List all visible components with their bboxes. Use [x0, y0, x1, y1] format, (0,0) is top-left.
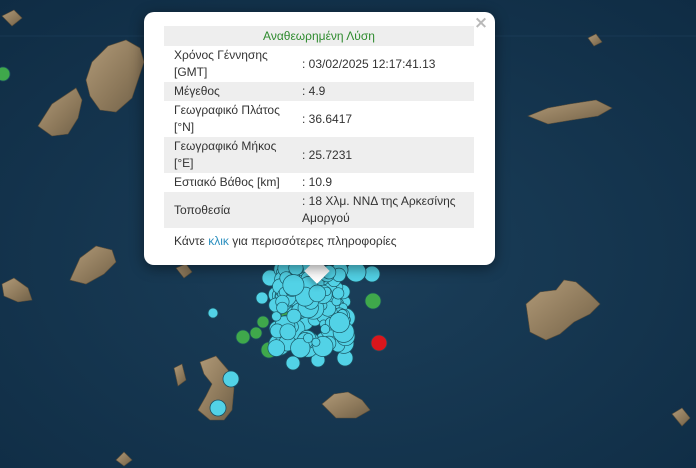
- info-label: Εστιακό Βάθος [km]: [174, 175, 280, 189]
- more-info-link[interactable]: κλικ: [208, 234, 229, 248]
- quake-marker-older: [364, 292, 382, 310]
- info-label: Γεωγραφικό Μήκος [°E]: [174, 139, 277, 170]
- earthquake-info-table: Χρόνος Γέννησης [GMT] : 03/02/2025 12:17…: [164, 46, 474, 228]
- quake-marker[interactable]: [282, 274, 305, 297]
- info-label: Γεωγραφικό Πλάτος [°N]: [174, 103, 280, 134]
- quake-marker[interactable]: [279, 323, 297, 341]
- more-info-text: Κάντε κλικ για περισσότερες πληροφορίες: [164, 234, 474, 248]
- quake-marker[interactable]: [267, 339, 286, 357]
- quake-marker-older: [0, 66, 11, 82]
- more-info-suffix: για περισσότερες πληροφορίες: [228, 234, 397, 248]
- quake-marker[interactable]: [328, 312, 350, 334]
- quake-marker[interactable]: [332, 287, 345, 300]
- quake-marker: [363, 265, 381, 283]
- quake-marker: [209, 399, 227, 417]
- close-button[interactable]: ×: [473, 15, 489, 32]
- table-row: Γεωγραφικό Πλάτος [°N] : 36.6417: [164, 101, 474, 137]
- popup-title: Αναθεωρημένη Λύση: [164, 26, 474, 46]
- info-value: : 4.9: [302, 84, 326, 98]
- info-value: : 25.7231: [302, 147, 353, 162]
- info-label: Χρόνος Γέννησης [GMT]: [174, 48, 268, 79]
- quake-marker[interactable]: [276, 301, 289, 314]
- quake-marker-older: [235, 329, 251, 345]
- info-value: : 10.9: [302, 175, 333, 189]
- info-value: : 36.6417: [302, 111, 353, 126]
- quake-marker: [255, 291, 269, 305]
- table-row: Εστιακό Βάθος [km] : 10.9: [164, 173, 474, 192]
- quake-marker[interactable]: [303, 332, 314, 344]
- more-info-prefix: Κάντε: [174, 234, 209, 248]
- table-row: Γεωγραφικό Μήκος [°E] : 25.7231: [164, 137, 474, 173]
- info-label: Μέγεθος: [174, 84, 220, 98]
- table-row: Τοποθεσία : 18 Χλμ. ΝΝΔ της Αρκεσίνης Αμ…: [164, 192, 474, 228]
- quake-marker: [285, 355, 301, 371]
- quake-marker[interactable]: [286, 308, 302, 324]
- table-row: Μέγεθος : 4.9: [164, 82, 474, 101]
- quake-marker: [345, 261, 367, 283]
- quake-marker-latest: [370, 334, 388, 352]
- quake-marker-older: [249, 326, 263, 340]
- info-label: Τοποθεσία: [174, 202, 231, 217]
- info-value: : 18 Χλμ. ΝΝΔ της Αρκεσίνης Αμοργού: [302, 194, 456, 225]
- info-value: : 03/02/2025 12:17:41.13: [302, 56, 436, 71]
- quake-marker: [207, 307, 219, 319]
- table-row: Χρόνος Γέννησης [GMT] : 03/02/2025 12:17…: [164, 46, 474, 82]
- quake-marker: [222, 370, 240, 388]
- quake-marker[interactable]: [308, 284, 327, 303]
- quake-marker[interactable]: [320, 324, 331, 335]
- quake-marker-older: [256, 315, 270, 329]
- earthquake-popup: × Αναθεωρημένη Λύση Χρόνος Γέννησης [GMT…: [144, 12, 495, 265]
